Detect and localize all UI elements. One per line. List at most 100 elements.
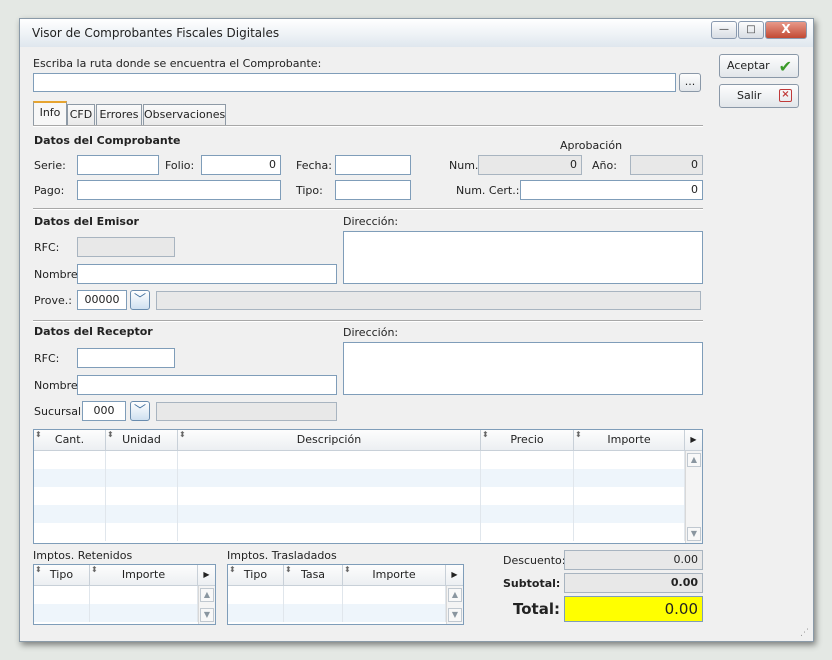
column-unidad[interactable]: ⬍ Unidad [106,430,178,450]
title-bar: Visor de Comprobantes Fiscales Digitales… [20,19,813,47]
chevron-down-icon: ﹀ [133,292,146,306]
column-scroll-right-icon[interactable]: ▶ [446,565,463,585]
tipo-field[interactable] [335,180,411,200]
emisor-direccion-label: Dirección: [343,215,399,228]
column-importe[interactable]: ⬍ Importe [343,565,446,585]
scroll-up-icon[interactable]: ▲ [448,588,462,602]
pago-label: Pago: [34,184,65,197]
serie-label: Serie: [34,159,66,172]
sucursal-name-display [156,402,337,421]
emisor-nombre-label: Nombre: [34,268,82,281]
table-row[interactable] [228,586,446,604]
total-label: Total: [513,600,560,618]
table-row[interactable] [34,604,198,622]
browse-button[interactable]: ... [679,73,701,92]
column-tasa[interactable]: ⬍ Tasa [284,565,343,585]
path-label: Escriba la ruta donde se encuentra el Co… [33,57,322,70]
column-precio[interactable]: ⬍ Precio [481,430,574,450]
numcert-field[interactable]: 0 [520,180,703,200]
column-cant[interactable]: ⬍ Cant. [34,430,106,450]
table-row[interactable] [34,469,685,487]
emisor-rfc-field [77,237,175,257]
column-importe[interactable]: ⬍ Importe [574,430,685,450]
sucursal-field[interactable]: 000 [82,401,126,421]
pago-field[interactable] [77,180,281,200]
descuento-field: 0.00 [564,550,703,570]
column-scroll-right-icon[interactable]: ▶ [685,430,702,450]
tab-observaciones[interactable]: Observaciones [143,104,226,126]
receptor-nombre-label: Nombre: [34,379,82,392]
scroll-up-icon[interactable]: ▲ [687,453,701,467]
window-title: Visor de Comprobantes Fiscales Digitales [32,26,280,40]
table-row[interactable] [34,523,685,541]
accept-button[interactable]: Aceptar ✔ [719,54,799,78]
exit-label: Salir [737,89,762,102]
scroll-down-icon[interactable]: ▼ [200,608,214,622]
accept-label: Aceptar [727,59,770,72]
tab-divider [33,125,703,127]
minimize-button[interactable]: — [711,21,737,39]
table-row[interactable] [34,451,685,469]
trasladados-grid[interactable]: ⬍ Tipo ⬍ Tasa ⬍ Importe ▶ ▲ ▼ [227,564,464,625]
retenidos-scrollbar[interactable]: ▲ ▼ [198,586,215,624]
receptor-rfc-field[interactable] [77,348,175,368]
column-scroll-right-icon[interactable]: ▶ [198,565,215,585]
receptor-nombre-field[interactable] [77,375,337,395]
exit-button[interactable]: Salir × [719,84,799,108]
prove-label: Prove.: [34,294,72,307]
close-button[interactable]: X [765,21,807,39]
receptor-rfc-label: RFC: [34,352,60,365]
comprobante-divider [33,208,703,210]
prove-name-display [156,291,701,310]
folio-label: Folio: [165,159,195,172]
table-row[interactable] [34,586,198,604]
sucursal-label: Sucursal: [34,405,85,418]
table-row[interactable] [228,604,446,622]
sucursal-search-button[interactable]: ﹀ [130,401,150,421]
trasladados-heading: Imptos. Trasladados [227,549,337,562]
items-scrollbar[interactable]: ▲ ▼ [685,451,702,543]
folio-field[interactable]: 0 [201,155,281,175]
emisor-direccion-field[interactable] [343,231,703,284]
resize-grip-icon[interactable]: ⋰ [800,628,809,638]
prove-field[interactable]: 00000 [77,290,127,310]
checkmark-icon: ✔ [778,57,792,76]
column-tipo[interactable]: ⬍ Tipo [34,565,90,585]
column-importe[interactable]: ⬍ Importe [90,565,198,585]
numcert-label: Num. Cert.: [456,184,520,197]
tipo-label: Tipo: [296,184,323,197]
subtotal-label: Subtotal: [503,577,561,590]
table-row[interactable] [34,505,685,523]
items-grid[interactable]: ⬍ Cant. ⬍ Unidad ⬍ Descripción ⬍ Precio ⬍ Imp… [33,429,703,544]
total-field: 0.00 [564,596,703,622]
scroll-down-icon[interactable]: ▼ [687,527,701,541]
prove-search-button[interactable]: ﹀ [130,290,150,310]
num-field: 0 [478,155,582,175]
maximize-button[interactable]: □ [738,21,764,39]
column-descripcion[interactable]: ⬍ Descripción [178,430,481,450]
chevron-down-icon: ﹀ [133,403,146,417]
tab-cfd[interactable]: CFD [67,104,95,126]
trasladados-scrollbar[interactable]: ▲ ▼ [446,586,463,624]
retenidos-grid[interactable]: ⬍ Tipo ⬍ Importe ▶ ▲ ▼ [33,564,216,625]
tab-info[interactable]: Info [33,101,67,126]
receptor-direccion-label: Dirección: [343,326,399,339]
scroll-up-icon[interactable]: ▲ [200,588,214,602]
close-x-icon: × [779,89,792,102]
scroll-down-icon[interactable]: ▼ [448,608,462,622]
descuento-label: Descuento: [503,554,566,567]
serie-field[interactable] [77,155,159,175]
aprobacion-label: Aprobación [560,139,623,152]
fecha-label: Fecha: [296,159,332,172]
path-input[interactable] [33,73,676,92]
fecha-field[interactable] [335,155,411,175]
retenidos-heading: Imptos. Retenidos [33,549,133,562]
emisor-divider [33,320,703,322]
receptor-heading: Datos del Receptor [34,325,153,338]
receptor-direccion-field[interactable] [343,342,703,395]
table-row[interactable] [34,487,685,505]
subtotal-field: 0.00 [564,573,703,593]
column-tipo[interactable]: ⬍ Tipo [228,565,284,585]
emisor-nombre-field[interactable] [77,264,337,284]
tab-errores[interactable]: Errores [96,104,142,126]
